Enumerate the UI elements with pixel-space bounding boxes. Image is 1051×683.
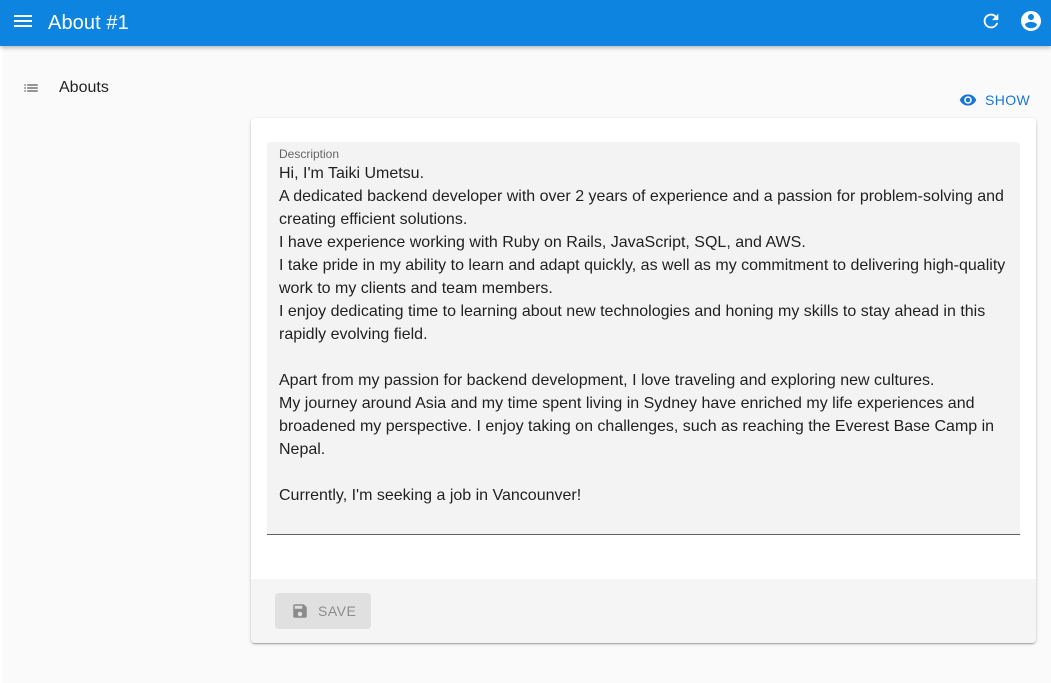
show-button-label: SHOW bbox=[985, 92, 1031, 108]
description-field[interactable]: Description Hi, I'm Taiki Umetsu. A dedi… bbox=[267, 142, 1020, 535]
save-button-label: SAVE bbox=[318, 603, 357, 619]
description-label: Description bbox=[279, 147, 340, 161]
form-toolbar: SAVE bbox=[251, 579, 1036, 643]
page-title: About #1 bbox=[48, 11, 129, 34]
description-textarea[interactable]: Hi, I'm Taiki Umetsu. A dedicated backen… bbox=[279, 162, 1011, 527]
account-button[interactable] bbox=[1011, 0, 1051, 46]
save-icon bbox=[291, 602, 309, 620]
app-bar: About #1 bbox=[0, 0, 1051, 46]
refresh-icon bbox=[980, 10, 1002, 37]
sidebar: Abouts bbox=[0, 46, 240, 683]
refresh-button[interactable] bbox=[971, 0, 1011, 46]
sidebar-item-label: Abouts bbox=[59, 79, 109, 96]
edit-form-card: Description Hi, I'm Taiki Umetsu. A dedi… bbox=[251, 118, 1036, 643]
sidebar-item-abouts[interactable]: Abouts bbox=[0, 70, 240, 106]
save-button[interactable]: SAVE bbox=[275, 593, 371, 629]
list-icon bbox=[22, 70, 40, 106]
account-circle-icon bbox=[1019, 9, 1043, 38]
eye-icon bbox=[959, 91, 977, 109]
menu-button[interactable] bbox=[0, 0, 46, 46]
show-button[interactable]: SHOW bbox=[954, 88, 1034, 112]
menu-icon bbox=[11, 9, 35, 38]
